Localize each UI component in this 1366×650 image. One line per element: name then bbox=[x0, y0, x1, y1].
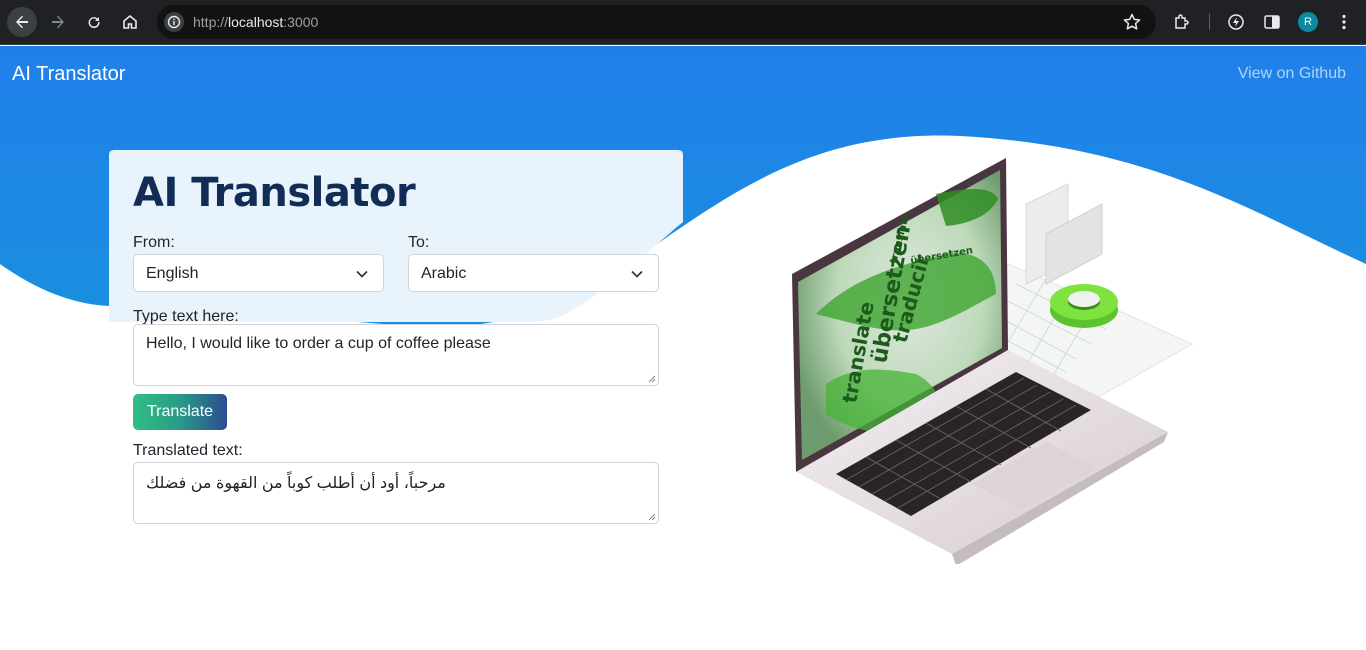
resize-handle-icon[interactable] bbox=[647, 512, 656, 521]
translated-text-value: مرحباً، أود أن أطلب كوباً من القهوة من ف… bbox=[146, 475, 446, 492]
side-panel-icon[interactable] bbox=[1262, 12, 1282, 32]
translated-text-output[interactable]: مرحباً، أود أن أطلب كوباً من القهوة من ف… bbox=[133, 462, 659, 524]
from-language-select[interactable]: English bbox=[133, 254, 384, 292]
address-bar[interactable]: http://localhost:3000 bbox=[157, 5, 1156, 39]
resize-handle-icon[interactable] bbox=[647, 374, 656, 383]
page-title: AI Translator bbox=[133, 170, 416, 216]
to-language-value: Arabic bbox=[421, 265, 467, 282]
reload-icon bbox=[88, 17, 100, 29]
toolbar-divider bbox=[1209, 14, 1210, 30]
url-text: http://localhost:3000 bbox=[193, 14, 319, 30]
back-button[interactable] bbox=[7, 7, 37, 37]
arrow-left-icon bbox=[16, 15, 28, 29]
navbar-brand[interactable]: AI Translator bbox=[12, 63, 125, 86]
page-content: AI Translator View on Github AI Translat… bbox=[0, 46, 1366, 650]
forward-button[interactable] bbox=[43, 7, 73, 37]
browser-toolbar: http://localhost:3000 R bbox=[0, 0, 1366, 45]
translate-button[interactable]: Translate bbox=[133, 394, 227, 430]
source-text-input[interactable]: Hello, I would like to order a cup of co… bbox=[133, 324, 659, 386]
home-button[interactable] bbox=[115, 7, 145, 37]
performance-icon[interactable] bbox=[1226, 12, 1246, 32]
from-language-value: English bbox=[146, 265, 199, 282]
chevron-down-icon bbox=[631, 270, 643, 278]
extensions-icon[interactable] bbox=[1172, 12, 1192, 32]
github-link[interactable]: View on Github bbox=[1238, 65, 1346, 83]
arrow-right-icon bbox=[52, 15, 64, 29]
laptop-globe-illustration: translate übersetzen traducir traduire t… bbox=[792, 158, 1194, 564]
translator-card: AI Translator From: English To: Arabic T… bbox=[109, 150, 683, 550]
site-info-icon[interactable] bbox=[164, 12, 184, 32]
profile-avatar[interactable]: R bbox=[1298, 12, 1318, 32]
to-label: To: bbox=[408, 234, 430, 251]
home-icon bbox=[123, 14, 137, 29]
reload-button[interactable] bbox=[79, 7, 109, 37]
to-language-select[interactable]: Arabic bbox=[408, 254, 659, 292]
menu-kebab-icon[interactable] bbox=[1334, 12, 1354, 32]
output-label: Translated text: bbox=[133, 442, 243, 459]
chevron-down-icon bbox=[356, 270, 368, 278]
bookmark-star-icon[interactable] bbox=[1122, 12, 1142, 37]
source-text-value: Hello, I would like to order a cup of co… bbox=[146, 335, 491, 352]
from-label: From: bbox=[133, 234, 175, 251]
